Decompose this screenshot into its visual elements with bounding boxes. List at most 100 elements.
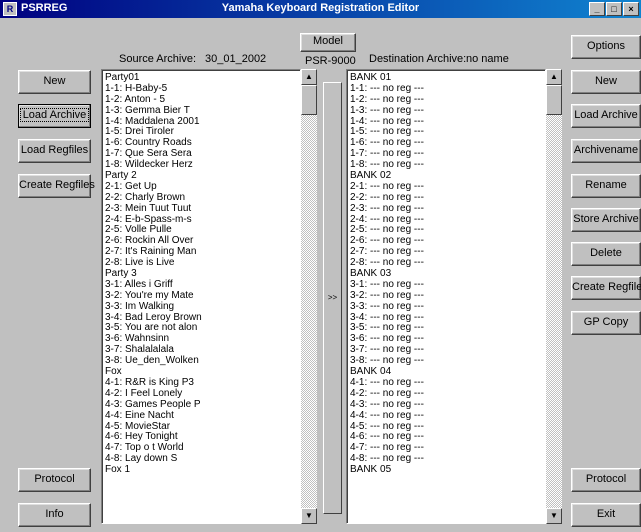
list-item[interactable]: 3-3: --- no reg --- <box>350 301 424 312</box>
list-item[interactable]: 1-1: --- no reg --- <box>350 83 424 94</box>
list-item[interactable]: 3-5: You are not alon <box>105 322 202 334</box>
scroll-up-arrow-icon[interactable]: ▲ <box>546 69 562 85</box>
list-item[interactable]: 2-1: --- no reg --- <box>350 181 424 192</box>
list-item[interactable]: Fox 1 <box>105 464 202 475</box>
list-item[interactable]: 2-5: --- no reg --- <box>350 224 424 236</box>
list-item[interactable]: Party 2 <box>105 170 202 181</box>
source-scrollbar[interactable]: ▲ ▼ <box>301 69 317 524</box>
list-item[interactable]: 2-6: Rockin All Over <box>105 235 202 246</box>
list-item[interactable]: 2-4: E-b-Spass-m-s <box>105 214 202 225</box>
list-item[interactable]: 1-2: --- no reg --- <box>350 94 424 105</box>
load-archive-source-button[interactable]: Load Archive <box>18 104 91 128</box>
scroll-down-arrow-icon[interactable]: ▼ <box>301 508 317 524</box>
list-item[interactable]: 1-5: --- no reg --- <box>350 126 424 138</box>
list-item[interactable]: BANK 02 <box>350 170 424 181</box>
list-item[interactable]: 1-7: Que Sera Sera <box>105 148 202 159</box>
list-item[interactable]: 2-7: --- no reg --- <box>350 246 424 257</box>
list-item[interactable]: 1-4: Maddalena 2001 <box>105 116 202 127</box>
list-item[interactable]: 1-1: H-Baby-5 <box>105 83 202 94</box>
list-item[interactable]: 1-6: Country Roads <box>105 137 202 148</box>
list-item[interactable]: 2-6: --- no reg --- <box>350 235 424 246</box>
list-item[interactable]: 3-8: Ue_den_Wolken <box>105 355 202 366</box>
store-archive-button[interactable]: Store Archive <box>571 208 641 232</box>
list-item[interactable]: 1-2: Anton - 5 <box>105 94 202 105</box>
list-item[interactable]: BANK 01 <box>350 72 424 83</box>
list-item[interactable]: 1-8: --- no reg --- <box>350 159 424 170</box>
list-item[interactable]: 4-3: --- no reg --- <box>350 399 424 410</box>
list-item[interactable]: 4-4: --- no reg --- <box>350 410 424 421</box>
list-item[interactable]: 4-8: --- no reg --- <box>350 453 424 464</box>
info-button[interactable]: Info <box>18 503 91 527</box>
list-item[interactable]: BANK 04 <box>350 366 424 377</box>
list-item[interactable]: 2-3: Mein Tuut Tuut <box>105 203 202 214</box>
destination-scrollbar[interactable]: ▲ ▼ <box>546 69 562 524</box>
list-item[interactable]: 3-3: Im Walking <box>105 301 202 312</box>
destination-archive-list[interactable]: BANK 01 1-1: --- no reg --- 1-2: --- no re… <box>346 69 546 524</box>
list-item[interactable]: 1-3: Gemma Bier T <box>105 105 202 116</box>
model-button[interactable]: Model <box>300 33 356 52</box>
rename-button[interactable]: Rename <box>571 174 641 198</box>
list-item[interactable]: Party 3 <box>105 268 202 279</box>
list-item[interactable]: 4-2: --- no reg --- <box>350 388 424 399</box>
list-item[interactable]: Party01 <box>105 72 202 83</box>
list-item[interactable]: 3-6: Wahnsinn <box>105 333 202 344</box>
load-regfiles-button[interactable]: Load Regfiles <box>18 139 91 163</box>
list-item[interactable]: 3-7: --- no reg --- <box>350 344 424 355</box>
archivename-button[interactable]: Archivename <box>571 139 641 163</box>
list-item[interactable]: 3-4: --- no reg --- <box>350 312 424 323</box>
list-item[interactable]: 1-7: --- no reg --- <box>350 148 424 159</box>
list-item[interactable]: 3-8: --- no reg --- <box>350 355 424 366</box>
scroll-up-arrow-icon[interactable]: ▲ <box>301 69 317 85</box>
list-item[interactable]: 3-5: --- no reg --- <box>350 322 424 334</box>
list-item[interactable]: 4-4: Eine Nacht <box>105 410 202 421</box>
options-button[interactable]: Options <box>571 35 641 59</box>
list-item[interactable]: 3-4: Bad Leroy Brown <box>105 312 202 323</box>
protocol-destination-button[interactable]: Protocol <box>571 468 641 492</box>
list-item[interactable]: 2-5: Volle Pulle <box>105 224 202 236</box>
list-item[interactable]: 3-1: Alles i Griff <box>105 279 202 290</box>
list-item[interactable]: 2-8: Live is Live <box>105 257 202 268</box>
maximize-button[interactable]: □ <box>606 2 622 16</box>
list-item[interactable]: 3-1: --- no reg --- <box>350 279 424 290</box>
protocol-source-button[interactable]: Protocol <box>18 468 91 492</box>
create-regfiles-source-button[interactable]: Create Regfiles <box>18 174 95 198</box>
new-source-button[interactable]: New <box>18 70 91 94</box>
source-archive-list[interactable]: Party01 1-1: H-Baby-5 1-2: Anton - 5 1-3: G… <box>101 69 301 524</box>
list-item[interactable]: 1-8: Wildecker Herz <box>105 159 202 170</box>
list-item[interactable]: 4-6: Hey Tonight <box>105 431 202 442</box>
list-item[interactable]: 4-1: R&R is King P3 <box>105 377 202 388</box>
delete-button[interactable]: Delete <box>571 242 641 266</box>
minimize-button[interactable]: _ <box>589 2 605 16</box>
list-item[interactable]: 1-6: --- no reg --- <box>350 137 424 148</box>
load-archive-destination-button[interactable]: Load Archive <box>571 104 641 128</box>
list-item[interactable]: 4-1: --- no reg --- <box>350 377 424 388</box>
list-item[interactable]: 4-7: --- no reg --- <box>350 442 424 453</box>
transfer-button[interactable]: >> <box>323 82 342 514</box>
list-item[interactable]: 4-3: Games People P <box>105 399 202 410</box>
list-item[interactable]: 1-5: Drei Tiroler <box>105 126 202 138</box>
list-item[interactable]: 2-4: --- no reg --- <box>350 214 424 225</box>
list-item[interactable]: 4-6: --- no reg --- <box>350 431 424 442</box>
list-item[interactable]: BANK 05 <box>350 464 424 475</box>
list-item[interactable]: 3-7: Shalalalala <box>105 344 202 355</box>
list-item[interactable]: 1-4: --- no reg --- <box>350 116 424 127</box>
scroll-down-arrow-icon[interactable]: ▼ <box>546 508 562 524</box>
gp-copy-button[interactable]: GP Copy <box>571 311 641 335</box>
exit-button[interactable]: Exit <box>571 503 641 527</box>
list-item[interactable]: 3-2: You're my Mate <box>105 290 202 301</box>
list-item[interactable]: 4-2: I Feel Lonely <box>105 388 202 399</box>
list-item[interactable]: 4-5: MovieStar <box>105 421 202 432</box>
list-item[interactable]: 2-7: It's Raining Man <box>105 246 202 257</box>
list-item[interactable]: 1-3: --- no reg --- <box>350 105 424 116</box>
list-item[interactable]: 3-2: --- no reg --- <box>350 290 424 301</box>
list-item[interactable]: 2-2: --- no reg --- <box>350 192 424 203</box>
scroll-thumb[interactable] <box>546 85 562 115</box>
list-item[interactable]: 2-2: Charly Brown <box>105 192 202 203</box>
list-item[interactable]: 4-5: --- no reg --- <box>350 421 424 432</box>
create-regfiles-destination-button[interactable]: Create Regfiles <box>571 276 641 300</box>
list-item[interactable]: 2-1: Get Up <box>105 181 202 192</box>
scroll-thumb[interactable] <box>301 85 317 115</box>
list-item[interactable]: 4-8: Lay down S <box>105 453 202 464</box>
list-item[interactable]: 2-3: --- no reg --- <box>350 203 424 214</box>
close-button[interactable]: × <box>623 2 639 16</box>
